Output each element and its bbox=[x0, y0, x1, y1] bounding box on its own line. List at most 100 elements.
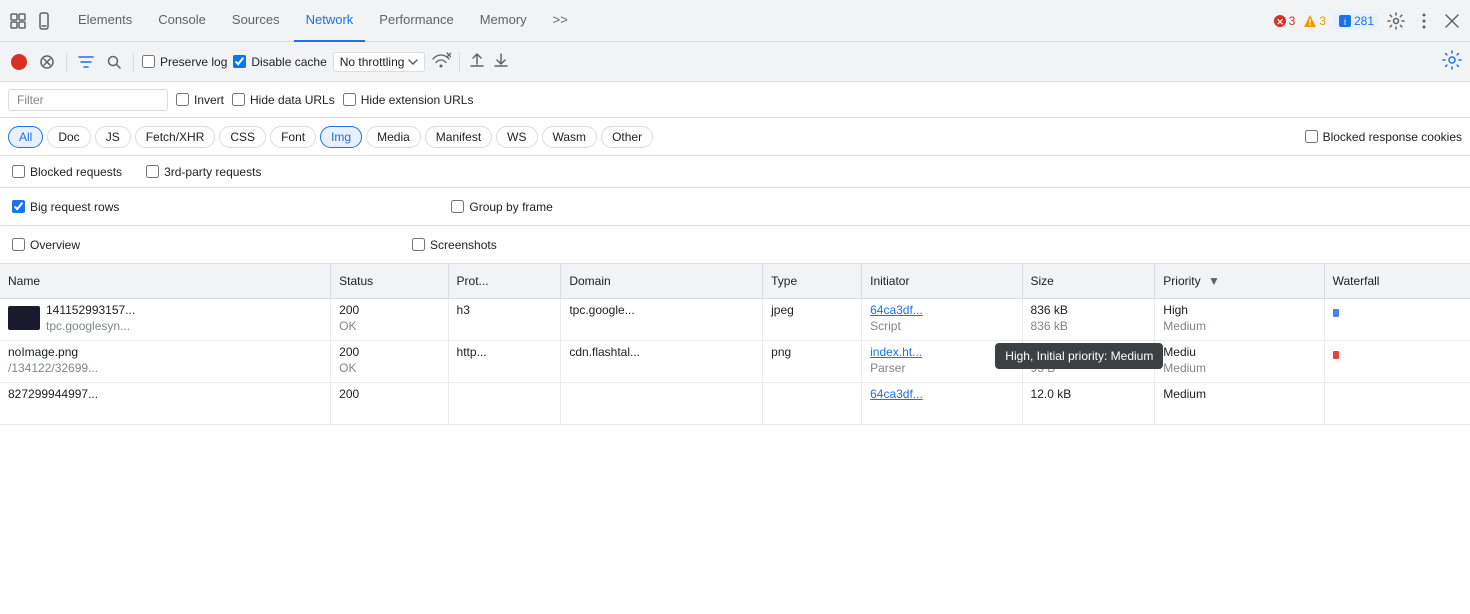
res-btn-font[interactable]: Font bbox=[270, 126, 316, 148]
third-party-input[interactable] bbox=[146, 165, 159, 178]
separator2 bbox=[133, 52, 134, 72]
cell-name-3: 827299944997... bbox=[0, 382, 331, 424]
cell-initiator-1: 64ca3df... Script bbox=[862, 298, 1022, 340]
tab-elements[interactable]: Elements bbox=[66, 0, 144, 42]
res-btn-img[interactable]: Img bbox=[320, 126, 362, 148]
hide-extension-urls-checkbox[interactable]: Hide extension URLs bbox=[343, 93, 474, 107]
clear-button[interactable] bbox=[36, 51, 58, 73]
tab-sources[interactable]: Sources bbox=[220, 0, 292, 42]
invert-checkbox[interactable]: Invert bbox=[176, 93, 224, 107]
cell-domain-1: tpc.google... bbox=[561, 298, 763, 340]
big-request-rows-checkbox[interactable]: Big request rows bbox=[12, 200, 119, 214]
tab-more[interactable]: >> bbox=[541, 0, 580, 42]
cell-status-3: 200 bbox=[331, 382, 448, 424]
cell-initiator-2: index.ht... Parser bbox=[862, 340, 1022, 382]
settings-row-2: Overview Screenshots bbox=[0, 226, 1470, 264]
blocked-requests-input[interactable] bbox=[12, 165, 25, 178]
col-priority[interactable]: Priority ▼ bbox=[1155, 264, 1324, 298]
screenshots-input[interactable] bbox=[412, 238, 425, 251]
col-size[interactable]: Size bbox=[1022, 264, 1155, 298]
tab-console[interactable]: Console bbox=[146, 0, 218, 42]
col-type[interactable]: Type bbox=[763, 264, 862, 298]
upload-icon[interactable] bbox=[468, 51, 486, 72]
res-btn-css[interactable]: CSS bbox=[219, 126, 266, 148]
cell-waterfall-2 bbox=[1324, 340, 1470, 382]
sort-arrow-icon: ▼ bbox=[1208, 274, 1220, 288]
col-waterfall[interactable]: Waterfall bbox=[1324, 264, 1470, 298]
res-btn-manifest[interactable]: Manifest bbox=[425, 126, 492, 148]
throttle-select[interactable]: No throttling bbox=[333, 52, 426, 72]
blocked-cookies-input[interactable] bbox=[1305, 130, 1318, 143]
preserve-log-checkbox[interactable]: Preserve log bbox=[142, 55, 227, 69]
res-btn-all[interactable]: All bbox=[8, 126, 43, 148]
cell-protocol-1: h3 bbox=[448, 298, 561, 340]
cell-type-1: jpeg bbox=[763, 298, 862, 340]
blocked-cookies-checkbox[interactable]: Blocked response cookies bbox=[1305, 130, 1462, 144]
disable-cache-checkbox[interactable]: Disable cache bbox=[233, 55, 326, 69]
svg-text:i: i bbox=[1344, 17, 1346, 27]
cell-protocol-2: http... bbox=[448, 340, 561, 382]
close-icon[interactable] bbox=[1442, 11, 1462, 31]
cursor-icon[interactable] bbox=[8, 11, 28, 31]
res-btn-media[interactable]: Media bbox=[366, 126, 421, 148]
cell-waterfall-3 bbox=[1324, 382, 1470, 424]
tab-network[interactable]: Network bbox=[294, 0, 366, 42]
wifi-icon[interactable] bbox=[431, 52, 451, 71]
table-header-row: Name Status Prot... Domain Type Initiato… bbox=[0, 264, 1470, 298]
network-settings-icon[interactable] bbox=[1442, 50, 1462, 73]
tab-memory[interactable]: Memory bbox=[468, 0, 539, 42]
third-party-checkbox[interactable]: 3rd-party requests bbox=[146, 165, 261, 179]
cell-status-2: 200 OK bbox=[331, 340, 448, 382]
filter-icon[interactable] bbox=[75, 51, 97, 73]
svg-text:!: ! bbox=[1309, 17, 1312, 27]
res-btn-doc[interactable]: Doc bbox=[47, 126, 90, 148]
preserve-log-input[interactable] bbox=[142, 55, 155, 68]
more-menu-icon[interactable] bbox=[1414, 11, 1434, 31]
record-button[interactable] bbox=[8, 51, 30, 73]
hide-data-urls-input[interactable] bbox=[232, 93, 245, 106]
res-btn-other[interactable]: Other bbox=[601, 126, 653, 148]
cell-priority-2: Mediu Medium High, Initial priority: Med… bbox=[1155, 340, 1324, 382]
res-btn-wasm[interactable]: Wasm bbox=[542, 126, 598, 148]
cell-name-1: 141152993157... tpc.googlesyn... bbox=[0, 298, 331, 340]
hide-data-urls-checkbox[interactable]: Hide data URLs bbox=[232, 93, 335, 107]
cell-size-2: 653 B 95 B bbox=[1022, 340, 1155, 382]
screenshots-checkbox[interactable]: Screenshots bbox=[412, 238, 497, 252]
blocked-requests-checkbox[interactable]: Blocked requests bbox=[12, 165, 122, 179]
download-icon[interactable] bbox=[492, 51, 510, 72]
waterfall-bar-1 bbox=[1333, 309, 1339, 317]
info-badge[interactable]: i 281 bbox=[1334, 13, 1378, 29]
cell-domain-3 bbox=[561, 382, 763, 424]
col-protocol[interactable]: Prot... bbox=[448, 264, 561, 298]
res-btn-ws[interactable]: WS bbox=[496, 126, 537, 148]
svg-text:✕: ✕ bbox=[1276, 17, 1284, 27]
table-row[interactable]: noImage.png /134122/32699... 200 OK http… bbox=[0, 340, 1470, 382]
col-name[interactable]: Name bbox=[0, 264, 331, 298]
mobile-icon[interactable] bbox=[34, 11, 54, 31]
hide-extension-urls-input[interactable] bbox=[343, 93, 356, 106]
col-domain[interactable]: Domain bbox=[561, 264, 763, 298]
network-toolbar: Preserve log Disable cache No throttling bbox=[0, 42, 1470, 82]
col-initiator[interactable]: Initiator bbox=[862, 264, 1022, 298]
big-request-rows-input[interactable] bbox=[12, 200, 25, 213]
settings-icon[interactable] bbox=[1386, 11, 1406, 31]
warning-badge[interactable]: ! 3 bbox=[1303, 14, 1326, 28]
separator3 bbox=[459, 52, 460, 72]
col-status[interactable]: Status bbox=[331, 264, 448, 298]
group-by-frame-checkbox[interactable]: Group by frame bbox=[451, 200, 552, 214]
search-icon[interactable] bbox=[103, 51, 125, 73]
res-btn-fetch-xhr[interactable]: Fetch/XHR bbox=[135, 126, 216, 148]
overview-checkbox[interactable]: Overview bbox=[12, 238, 80, 252]
filter-input[interactable] bbox=[8, 89, 168, 111]
invert-input[interactable] bbox=[176, 93, 189, 106]
group-by-frame-input[interactable] bbox=[451, 200, 464, 213]
table-row[interactable]: 141152993157... tpc.googlesyn... 200 OK … bbox=[0, 298, 1470, 340]
tab-performance[interactable]: Performance bbox=[367, 0, 465, 42]
res-btn-js[interactable]: JS bbox=[95, 126, 131, 148]
disable-cache-input[interactable] bbox=[233, 55, 246, 68]
overview-input[interactable] bbox=[12, 238, 25, 251]
error-badge[interactable]: ✕ 3 bbox=[1273, 14, 1296, 28]
settings-right-2: Screenshots bbox=[412, 238, 497, 252]
cell-waterfall-1 bbox=[1324, 298, 1470, 340]
table-row[interactable]: 827299944997... 200 64ca3df... 12.0 kB M… bbox=[0, 382, 1470, 424]
